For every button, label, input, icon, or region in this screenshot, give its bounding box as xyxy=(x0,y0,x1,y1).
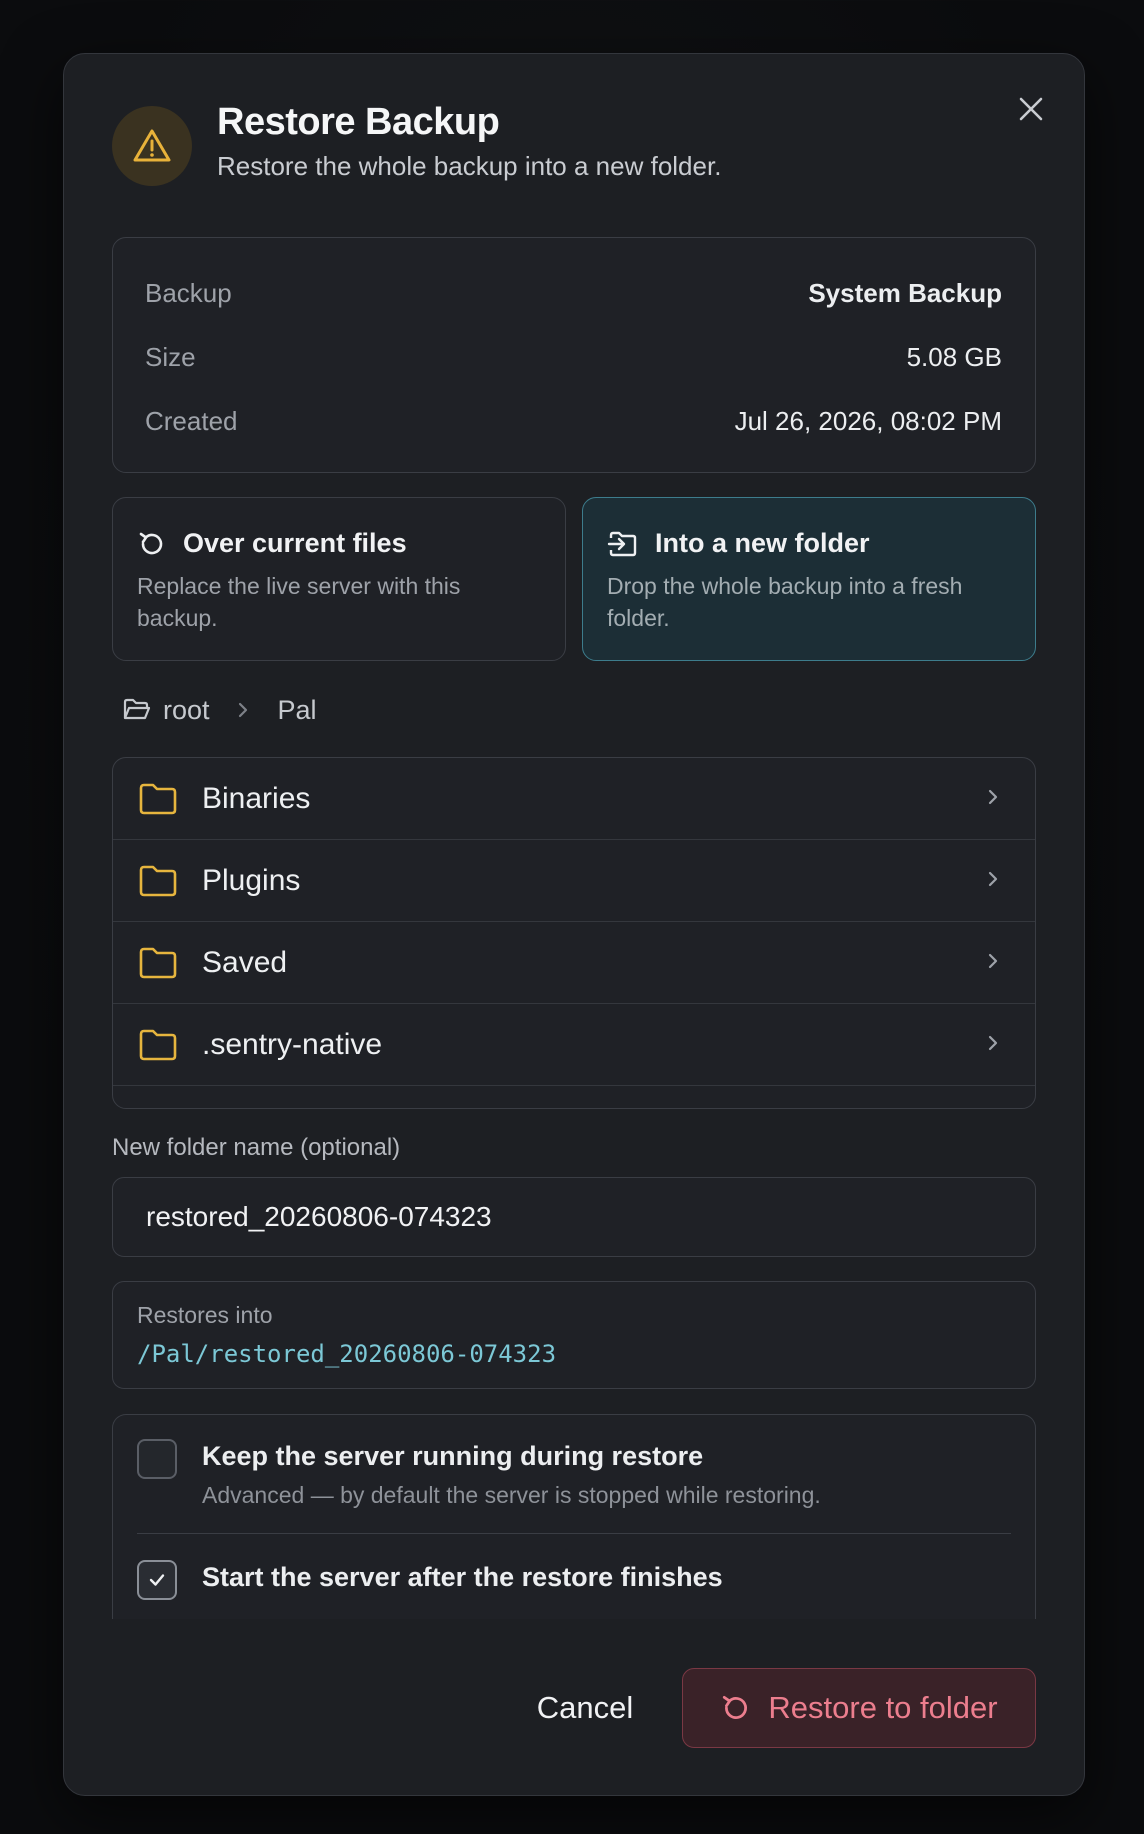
created-value: Jul 26, 2026, 08:02 PM xyxy=(734,405,1002,436)
close-button[interactable] xyxy=(1010,88,1052,130)
size-value: 5.08 GB xyxy=(906,341,1002,372)
restore-options-panel: Keep the server running during restore A… xyxy=(112,1414,1036,1619)
mode-title: Over current files xyxy=(183,528,407,558)
start-after-title: Start the server after the restore finis… xyxy=(202,1562,723,1592)
folder-list: Binaries Plugins Saved .sentry-native xyxy=(112,757,1036,1109)
folder-open-icon xyxy=(123,698,151,720)
restores-into-label: Restores into xyxy=(137,1302,273,1328)
folder-name: Plugins xyxy=(202,863,301,897)
info-row-created: Created Jul 26, 2026, 08:02 PM xyxy=(145,401,1002,441)
backup-info-panel: Backup System Backup Size 5.08 GB Create… xyxy=(112,237,1036,473)
info-row-size: Size 5.08 GB xyxy=(145,337,1002,377)
folder-icon xyxy=(139,865,177,897)
keep-running-title: Keep the server running during restore xyxy=(202,1441,704,1471)
mode-header: Over current files xyxy=(137,528,407,559)
backup-label: Backup xyxy=(145,277,232,308)
info-row-backup: Backup System Backup xyxy=(145,273,1002,313)
mode-title: Into a new folder xyxy=(655,528,870,558)
mode-description: Drop the whole backup into a fresh folde… xyxy=(607,573,963,631)
folder-import-icon xyxy=(607,531,637,556)
mode-over-current-files[interactable]: Over current files Replace the live serv… xyxy=(112,497,566,661)
warning-icon xyxy=(133,129,171,162)
chevron-right-icon xyxy=(238,702,247,718)
restore-icon xyxy=(723,1695,748,1719)
size-label: Size xyxy=(145,341,196,372)
cancel-button[interactable]: Cancel xyxy=(520,1668,650,1748)
breadcrumb: root Pal xyxy=(123,690,317,730)
mode-description: Replace the live server with this backup… xyxy=(137,573,461,631)
restores-into-panel: Restores into /Pal/restored_20260806-074… xyxy=(112,1281,1036,1389)
chevron-right-icon xyxy=(988,1035,998,1051)
new-folder-name-input[interactable] xyxy=(112,1177,1036,1257)
created-label: Created xyxy=(145,405,238,436)
restore-icon xyxy=(139,532,163,554)
folder-row[interactable]: Plugins xyxy=(113,840,1035,922)
backup-value: System Backup xyxy=(808,277,1002,308)
close-icon xyxy=(1019,97,1043,121)
folder-icon xyxy=(139,1029,177,1061)
chevron-right-icon xyxy=(988,789,998,805)
start-after-checkbox[interactable] xyxy=(137,1560,177,1600)
checkmark-icon xyxy=(149,1574,165,1586)
keep-running-checkbox[interactable] xyxy=(137,1439,177,1479)
breadcrumb-root-label: root xyxy=(163,694,210,725)
chevron-right-icon xyxy=(988,871,998,887)
breadcrumb-separator xyxy=(236,700,250,720)
mode-into-new-folder[interactable]: Into a new folder Drop the whole backup … xyxy=(582,497,1036,661)
restore-button-label: Restore to folder xyxy=(768,1690,998,1725)
restore-to-folder-button[interactable]: Restore to folder xyxy=(682,1668,1036,1748)
new-folder-label: New folder name (optional) xyxy=(112,1134,401,1161)
folder-name: .sentry-native xyxy=(202,1027,383,1061)
folder-icon xyxy=(139,783,177,815)
folder-name: Saved xyxy=(202,945,288,979)
folder-row[interactable]: Binaries xyxy=(113,758,1035,840)
folder-icon xyxy=(139,947,177,979)
warning-badge xyxy=(112,106,192,186)
breadcrumb-root[interactable]: root xyxy=(123,695,210,726)
breadcrumb-current[interactable]: Pal xyxy=(278,695,317,726)
dialog-title: Restore Backup xyxy=(217,101,500,143)
chevron-right-icon xyxy=(988,953,998,969)
folder-row[interactable]: Saved xyxy=(113,922,1035,1004)
divider xyxy=(137,1533,1011,1534)
folder-name: Binaries xyxy=(202,781,311,815)
folder-row[interactable]: .sentry-native xyxy=(113,1004,1035,1086)
mode-header: Into a new folder xyxy=(607,528,870,559)
dialog-subtitle: Restore the whole backup into a new fold… xyxy=(217,151,722,181)
restores-into-path: /Pal/restored_20260806-074323 xyxy=(137,1340,557,1368)
keep-running-subtitle: Advanced — by default the server is stop… xyxy=(202,1482,821,1508)
